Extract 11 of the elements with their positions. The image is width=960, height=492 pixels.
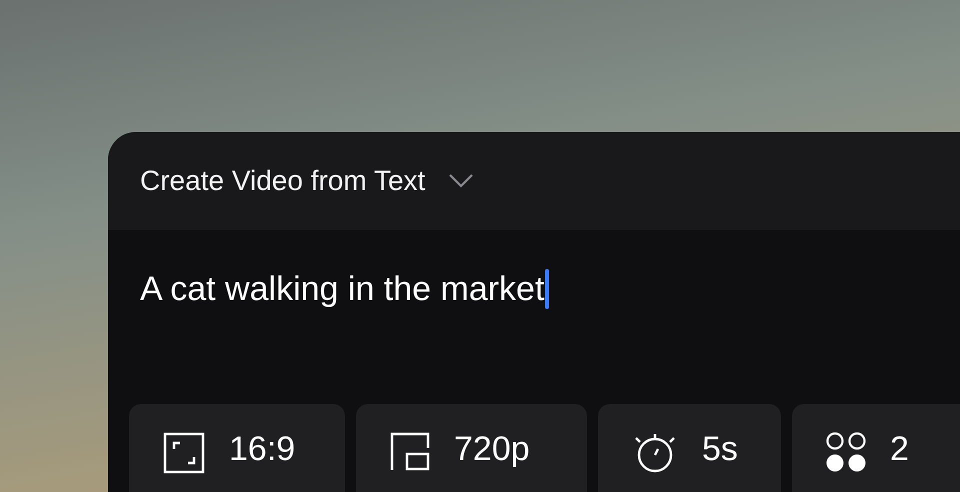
duration-option-button[interactable]: 5s (598, 404, 781, 492)
resolution-icon (390, 432, 430, 472)
aspect-ratio-icon (163, 432, 205, 474)
resolution-option-button[interactable]: 720p (356, 404, 587, 492)
mode-title: Create Video from Text (140, 165, 426, 197)
chevron-down-icon[interactable] (449, 174, 474, 188)
prompt-field[interactable]: A cat walking in the market (140, 266, 700, 312)
four-circles-icon (826, 432, 866, 472)
count-option-button[interactable]: 2 (792, 404, 960, 492)
aspect-option-button[interactable]: 16:9 (129, 404, 345, 492)
stopwatch-icon (632, 432, 678, 474)
